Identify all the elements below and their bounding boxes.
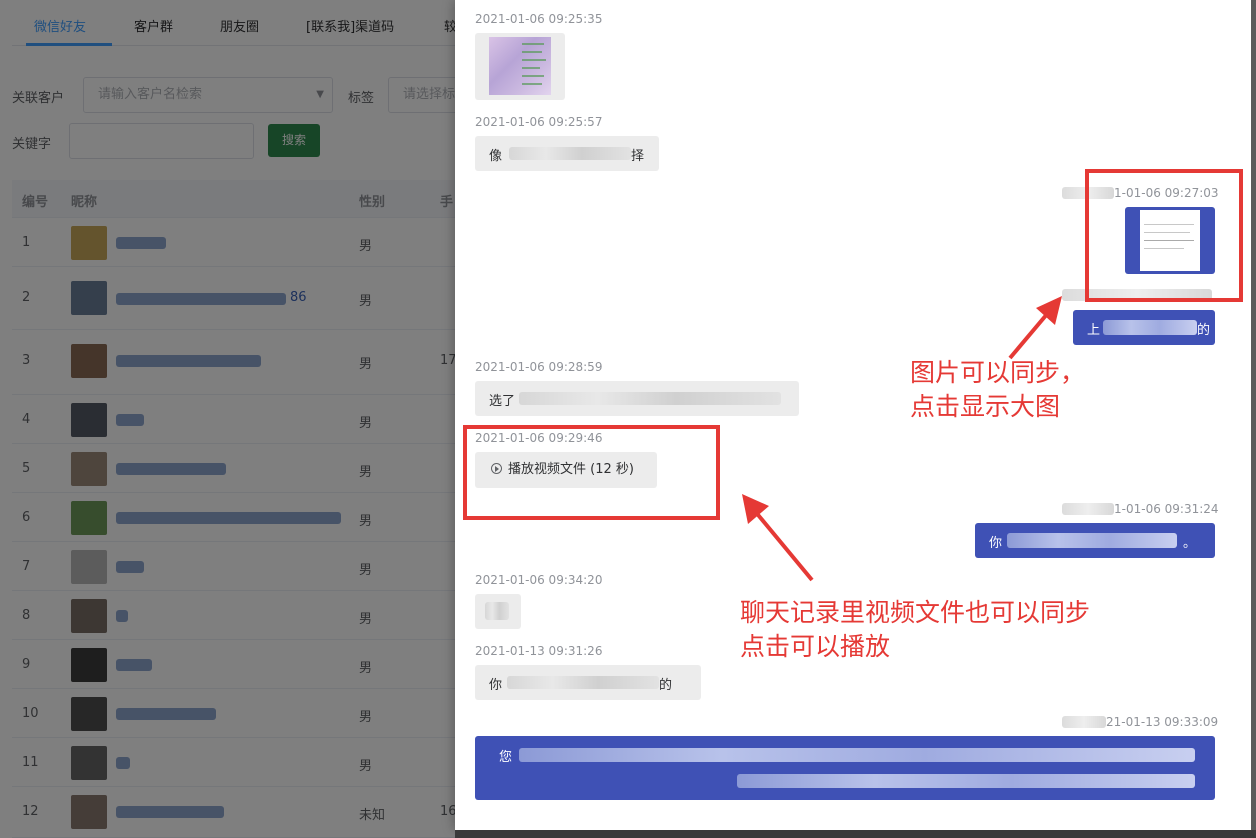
modal-overlay[interactable] (0, 0, 455, 838)
incoming-text-message: 你 的 (475, 665, 701, 700)
highlight-video-box (463, 425, 720, 520)
blurred-sender (1062, 503, 1114, 515)
blurred-sender (1062, 716, 1106, 728)
video-sync-note: 聊天记录里视频文件也可以同步 点击可以播放 (740, 598, 1091, 661)
message-timestamp: 2021-01-06 09:28:59 (475, 360, 603, 374)
highlight-image-box (1085, 169, 1243, 302)
message-timestamp: 1-01-06 09:31:24 (1114, 502, 1219, 516)
incoming-text-message: 像 择 (475, 136, 659, 171)
message-timestamp: 21-01-13 09:33:09 (1106, 715, 1219, 729)
incoming-image-message[interactable] (475, 33, 565, 100)
outgoing-text-message: 上 的 (1073, 310, 1215, 345)
message-timestamp: 2021-01-13 09:31:26 (475, 644, 603, 658)
drawer-bottom-edge (455, 830, 1256, 838)
image-thumbnail (489, 37, 551, 95)
vertical-scrollbar[interactable] (1251, 0, 1256, 838)
message-timestamp: 2021-01-06 09:25:35 (475, 12, 603, 26)
incoming-text-message: 选了 (475, 381, 799, 416)
outgoing-text-message: 你 。 (975, 523, 1215, 558)
image-sync-note: 图片可以同步， 点击显示大图 (910, 358, 1086, 421)
outgoing-text-message: 您 (475, 736, 1215, 800)
message-timestamp: 2021-01-06 09:34:20 (475, 573, 603, 587)
message-timestamp: 2021-01-06 09:25:57 (475, 115, 603, 129)
incoming-text-message (475, 594, 521, 629)
